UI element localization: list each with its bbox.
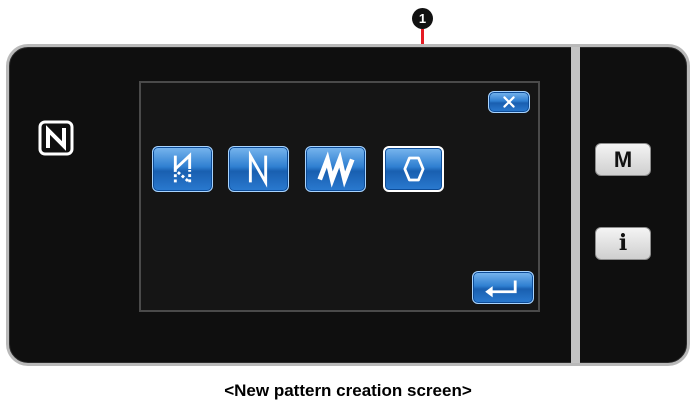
figure-caption: <New pattern creation screen> — [224, 381, 472, 400]
information-key[interactable]: i — [595, 227, 651, 260]
enter-button[interactable] — [472, 271, 534, 304]
figure: 1 M i <New pattern creation screen> — [0, 0, 696, 407]
menu-key[interactable]: M — [595, 143, 651, 176]
dashed-zigzag-pattern-button[interactable] — [152, 146, 213, 192]
enter-return-icon — [485, 280, 517, 298]
panel-divider — [571, 47, 580, 363]
nfc-icon — [38, 120, 74, 156]
m-shape-pattern-button[interactable] — [305, 146, 366, 192]
close-button[interactable] — [488, 91, 530, 113]
m-shape-pattern-icon — [317, 151, 355, 188]
close-x-icon — [503, 96, 515, 108]
callout-marker: 1 — [412, 8, 433, 29]
zigzag-pattern-icon — [248, 150, 268, 188]
zigzag-pattern-button[interactable] — [228, 146, 289, 192]
dashed-zigzag-pattern-icon — [173, 152, 192, 186]
polygon-pattern-button[interactable] — [383, 146, 444, 192]
polygon-pattern-icon — [403, 156, 425, 182]
